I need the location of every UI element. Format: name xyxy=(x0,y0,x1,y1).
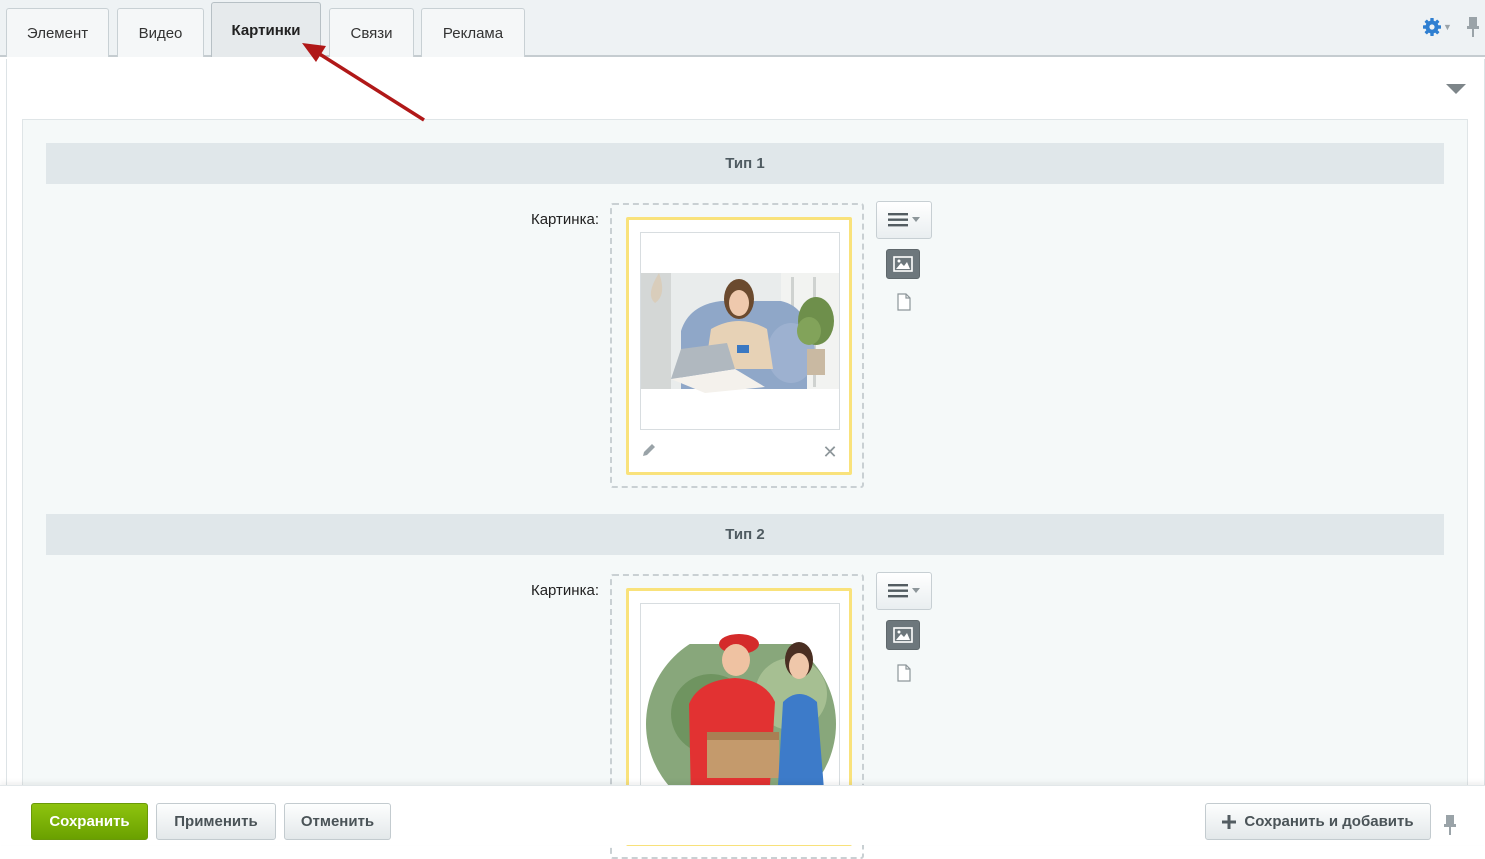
tab-label: Связи xyxy=(350,24,393,42)
apply-button[interactable]: Применить xyxy=(156,803,276,840)
tab-content: Тип 1 Картинка: ✕ Тип 2 Картинка: xyxy=(6,59,1485,859)
hamburger-icon xyxy=(888,584,908,598)
tab-element[interactable]: Элемент xyxy=(6,8,109,57)
collapse-triangle-icon[interactable] xyxy=(1446,84,1466,94)
image-thumbnail[interactable] xyxy=(640,232,840,430)
image-thumbnail[interactable] xyxy=(640,603,840,801)
apply-button-label: Применить xyxy=(174,813,258,830)
image-mode-icon[interactable] xyxy=(886,249,920,279)
plus-icon xyxy=(1222,814,1237,829)
tab-label: Видео xyxy=(138,24,183,42)
field-label-picture: Картинка: xyxy=(530,211,599,228)
section-title: Тип 2 xyxy=(725,526,765,543)
field-label-picture: Картинка: xyxy=(530,582,599,599)
cancel-button-label: Отменить xyxy=(300,813,375,830)
file-mode-icon[interactable] xyxy=(897,293,911,311)
cancel-button[interactable]: Отменить xyxy=(284,803,391,840)
tab-bar: Элемент Видео Картинки Связи Реклама ▼ xyxy=(0,0,1485,57)
save-button-label: Сохранить xyxy=(49,813,130,830)
tab-label: Реклама xyxy=(442,24,504,42)
tab-label: Картинки xyxy=(231,21,301,39)
image-frame: ✕ xyxy=(626,217,852,475)
tab-links[interactable]: Связи xyxy=(329,8,414,57)
chevron-down-icon xyxy=(912,588,920,593)
courier-delivery-photo xyxy=(641,604,839,800)
save-button[interactable]: Сохранить xyxy=(31,803,148,840)
image-menu-button[interactable] xyxy=(876,201,932,239)
section-title: Тип 1 xyxy=(725,155,765,172)
tab-pictures[interactable]: Картинки xyxy=(211,2,321,57)
woman-with-laptop-photo xyxy=(641,273,839,393)
tab-label: Элемент xyxy=(26,24,89,42)
save-and-add-button[interactable]: Сохранить и добавить xyxy=(1205,803,1431,840)
section-header-type2: Тип 2 xyxy=(46,514,1444,555)
tabbar-tools: ▼ xyxy=(1417,12,1485,42)
pictures-panel: Тип 1 Картинка: ✕ Тип 2 Картинка: xyxy=(22,119,1468,859)
hamburger-icon xyxy=(888,213,908,227)
close-icon[interactable]: ✕ xyxy=(821,443,839,461)
pin-icon[interactable] xyxy=(1443,814,1463,836)
image-dropzone[interactable]: ✕ xyxy=(610,203,864,488)
chevron-down-icon xyxy=(912,217,920,222)
file-mode-icon[interactable] xyxy=(897,664,911,682)
chevron-down-icon[interactable]: ▼ xyxy=(1443,22,1455,32)
image-mode-icon[interactable] xyxy=(886,620,920,650)
section-header-type1: Тип 1 xyxy=(46,143,1444,184)
form-footer: Сохранить Применить Отменить Сохранить и… xyxy=(0,785,1485,845)
save-and-add-label: Сохранить и добавить xyxy=(1244,813,1414,830)
tab-ads[interactable]: Реклама xyxy=(421,8,525,57)
tab-video[interactable]: Видео xyxy=(117,8,204,57)
pin-icon[interactable] xyxy=(1461,12,1485,42)
image-menu-button[interactable] xyxy=(876,572,932,610)
pencil-icon[interactable] xyxy=(641,442,659,460)
